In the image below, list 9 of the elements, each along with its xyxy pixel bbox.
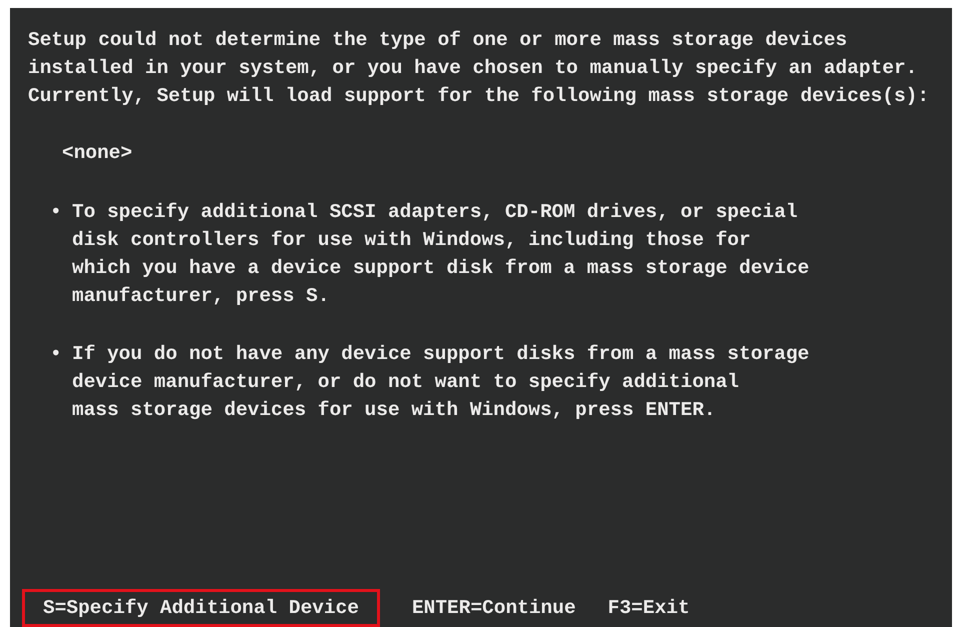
device-entry: <none> <box>62 141 132 166</box>
instruction-text: If you do not have any device support disks from a mass storage device manufacturer, or do not want to specify additional mass storage devices for use with Windows, press ENTER. <box>72 342 810 423</box>
instruction-text: To specify additional SCSI adapters, CD-ROM drives, or special disk controllers for use with Windows, including those for which you have a device support disk from a mass storage device manufacturer, press S. <box>72 200 810 309</box>
intro-text: Setup could not determine the type of one or more mass storage devices installed in your system, or you have chosen to manually specify an adapter. Currently, Setup will load support for the following mass storage devices(s): <box>28 28 930 109</box>
status-bar-item: S=Specify Additional Device <box>22 589 380 627</box>
bullet-mark: • <box>50 200 63 225</box>
status-bar-item: F3=Exit <box>608 596 690 621</box>
status-bar-item: ENTER=Continue <box>412 596 576 621</box>
bullet-mark: • <box>50 342 63 367</box>
